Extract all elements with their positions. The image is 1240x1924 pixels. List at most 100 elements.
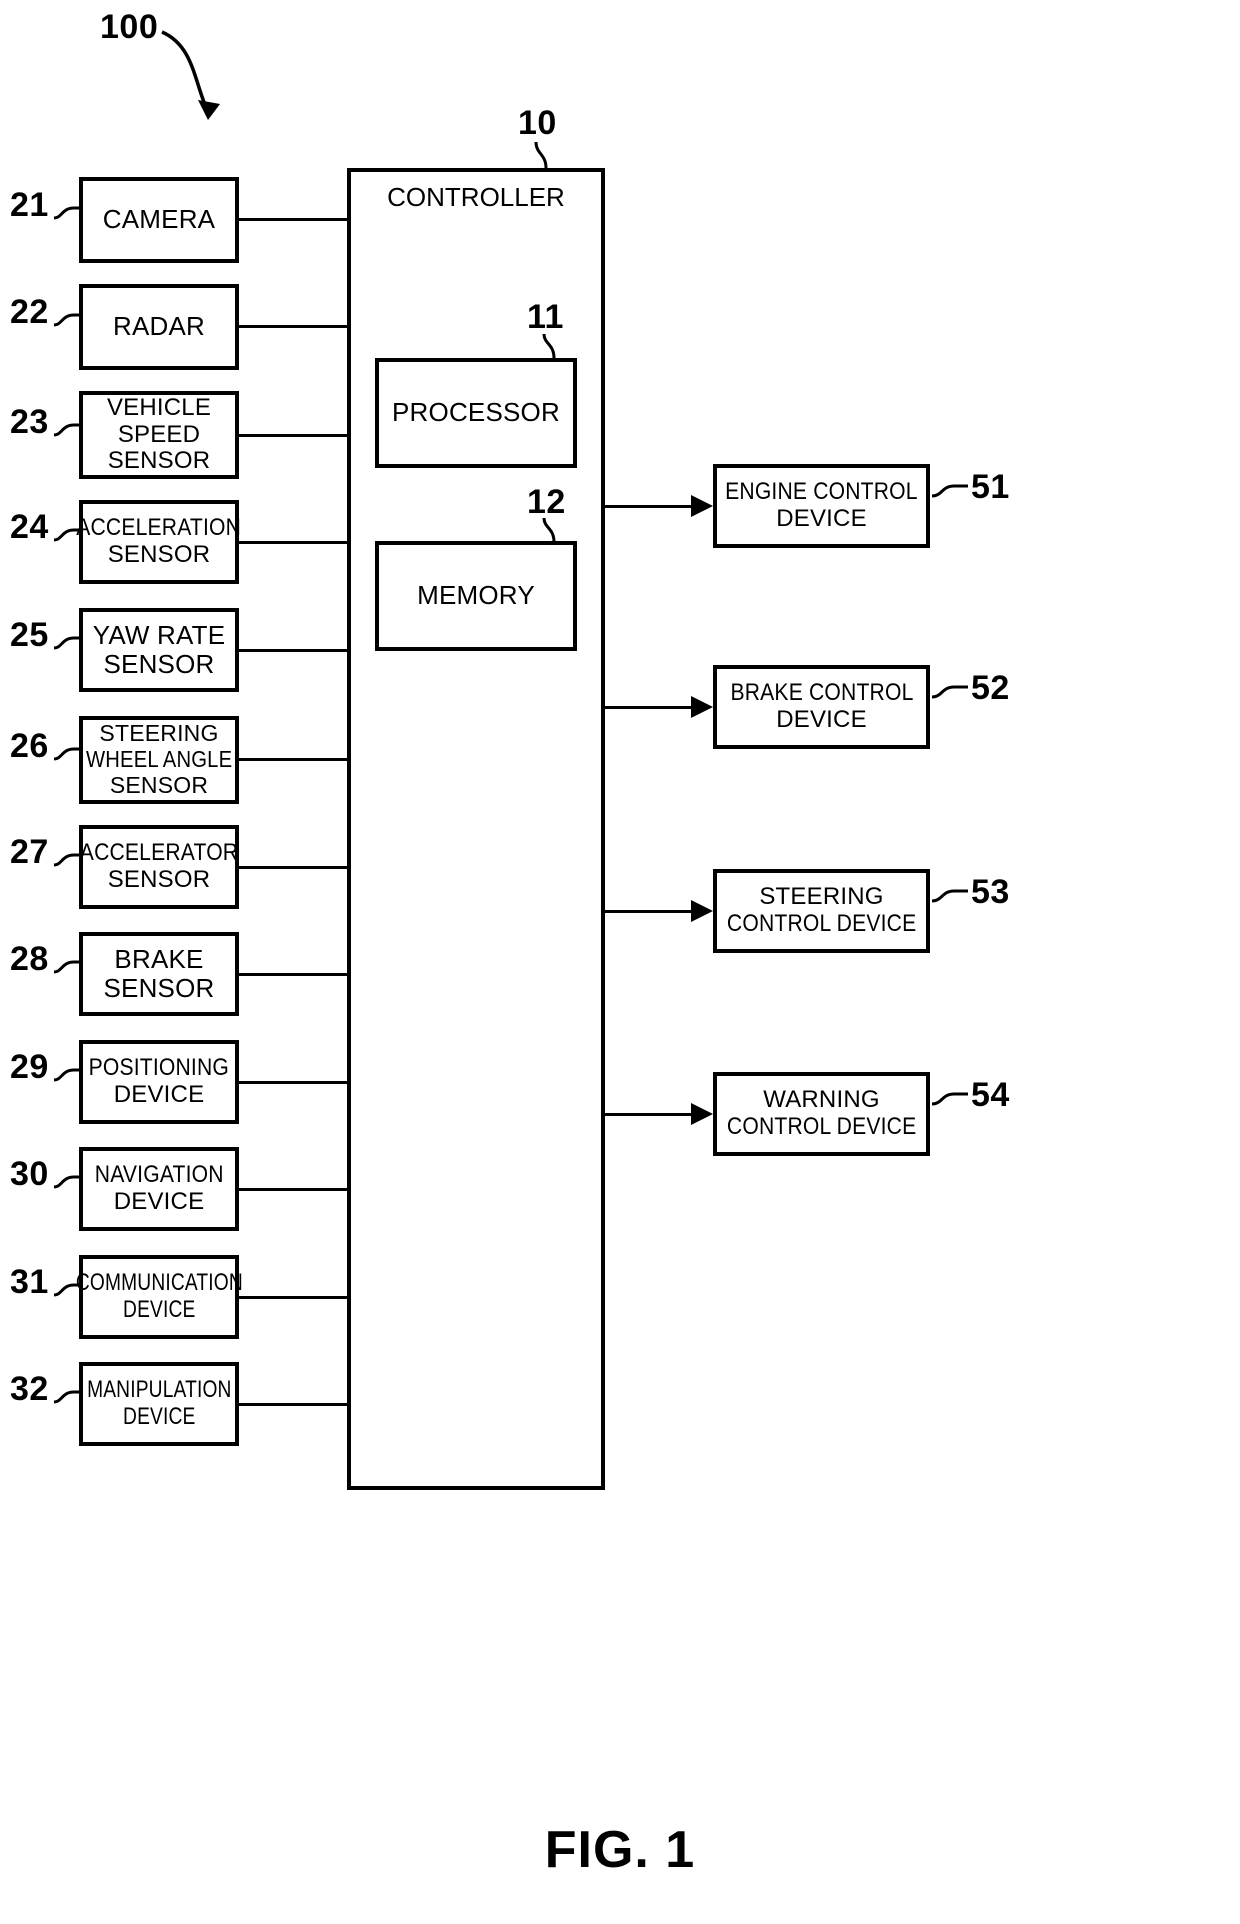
input-label-line: ACCELERATOR — [79, 839, 239, 867]
reference-numeral-32: 32 — [10, 1370, 49, 1408]
input-label-line: STEERING — [99, 720, 219, 747]
input-box-accelerator-sensor: ACCELERATOR SENSOR — [79, 825, 239, 909]
figure-caption: FIG. 1 — [544, 1821, 696, 1879]
output-box-brake-control-device: BRAKE CONTROL DEVICE — [713, 665, 930, 749]
lead-line-27 — [53, 853, 82, 867]
input-label-line: NAVIGATION — [94, 1161, 224, 1189]
input-label-line: MANIPULATION — [86, 1376, 232, 1404]
connector-steering-wheel-angle-sensor — [239, 758, 349, 761]
reference-numeral-25: 25 — [10, 616, 49, 654]
input-label-line: BRAKE — [114, 943, 204, 974]
lead-line-52 — [931, 685, 968, 699]
input-box-communication-device: COMMUNICATION DEVICE — [75, 1255, 242, 1339]
input-label-line: ACCELERATION — [76, 514, 242, 542]
lead-line-28 — [53, 960, 82, 974]
input-label-line: RADAR — [112, 311, 205, 342]
input-label-line: WHEEL ANGLE — [85, 746, 233, 773]
lead-line-54 — [931, 1092, 968, 1106]
input-label-line: DEVICE — [113, 1188, 205, 1215]
connector-communication-device — [239, 1296, 349, 1299]
input-label-line: CAMERA — [102, 204, 216, 235]
input-label-line: SENSOR — [103, 649, 215, 679]
input-label-line: COMMUNICATION — [75, 1269, 243, 1297]
reference-numeral-23: 23 — [10, 403, 49, 441]
output-box-engine-control-device: ENGINE CONTROL DEVICE — [713, 464, 930, 548]
reference-numeral-24: 24 — [10, 508, 49, 546]
reference-numeral-100: 100 — [100, 8, 159, 46]
connector-accelerator-sensor — [239, 866, 349, 869]
input-label-line: SENSOR — [107, 447, 211, 475]
lead-line-21 — [53, 206, 82, 220]
connector-navigation-device — [239, 1188, 349, 1191]
lead-line-32 — [53, 1390, 82, 1404]
reference-numeral-10: 10 — [518, 104, 557, 142]
output-label-line: CONTROL DEVICE — [726, 1113, 917, 1140]
processor-box: PROCESSOR — [375, 358, 577, 468]
output-label-line: WARNING — [763, 1086, 880, 1114]
reference-numeral-11: 11 — [527, 298, 564, 336]
connector-radar — [239, 325, 349, 328]
lead-line-30 — [53, 1175, 82, 1189]
input-box-steering-wheel-angle-sensor: STEERING WHEEL ANGLE SENSOR — [79, 716, 239, 804]
connector-acceleration-sensor — [239, 541, 349, 544]
arrow-head-warning-control — [691, 1103, 713, 1125]
reference-numeral-51: 51 — [971, 468, 1010, 506]
reference-numeral-54: 54 — [971, 1076, 1010, 1114]
input-box-vehicle-speed-sensor: VEHICLE SPEED SENSOR — [79, 391, 239, 479]
lead-line-26 — [53, 747, 82, 761]
lead-line-24 — [53, 528, 82, 542]
connector-manipulation-device — [239, 1403, 349, 1406]
input-box-positioning-device: POSITIONING DEVICE — [79, 1040, 239, 1124]
reference-numeral-12: 12 — [527, 483, 566, 521]
input-label-line: SENSOR — [103, 973, 215, 1003]
arrow-line-warning-control — [605, 1113, 691, 1116]
lead-line-22 — [53, 313, 82, 327]
reference-numeral-29: 29 — [10, 1048, 49, 1086]
input-label-line: SENSOR — [109, 771, 209, 798]
processor-label: PROCESSOR — [392, 397, 560, 428]
input-label-line: SPEED — [117, 420, 201, 448]
lead-line-23 — [53, 423, 82, 437]
input-label-line: DEVICE — [113, 1081, 205, 1108]
output-box-steering-control-device: STEERING CONTROL DEVICE — [713, 869, 930, 953]
controller-title: CONTROLLER — [387, 182, 565, 212]
arrow-head-engine-control — [691, 495, 713, 517]
connector-vehicle-speed-sensor — [239, 434, 349, 437]
reference-numeral-53: 53 — [971, 873, 1010, 911]
input-label-line: SENSOR — [107, 866, 211, 893]
system-lead-arrow — [161, 30, 220, 120]
reference-numeral-21: 21 — [10, 186, 49, 224]
connector-camera — [239, 218, 349, 221]
output-label-line: STEERING — [759, 883, 884, 911]
connector-brake-sensor — [239, 973, 349, 976]
lead-line-53 — [931, 889, 968, 903]
input-box-brake-sensor: BRAKE SENSOR — [79, 932, 239, 1016]
arrow-line-brake-control — [605, 706, 691, 709]
connector-yaw-rate-sensor — [239, 649, 349, 652]
input-box-navigation-device: NAVIGATION DEVICE — [79, 1147, 239, 1231]
reference-numeral-52: 52 — [971, 669, 1010, 707]
memory-box: MEMORY — [375, 541, 577, 651]
input-label-line: POSITIONING — [88, 1054, 230, 1082]
lead-line-29 — [53, 1068, 82, 1082]
lead-line-31 — [53, 1283, 82, 1297]
input-label-line: VEHICLE — [106, 393, 212, 421]
lead-line-51 — [931, 484, 968, 498]
input-box-acceleration-sensor: ACCELERATION SENSOR — [76, 500, 242, 584]
patent-figure: 100 CONTROLLER 10 PROCESSOR 11 MEMORY 12… — [0, 0, 1240, 1924]
controller-lead-line — [534, 141, 548, 169]
reference-numeral-27: 27 — [10, 833, 49, 871]
output-box-warning-control-device: WARNING CONTROL DEVICE — [713, 1072, 930, 1156]
arrow-line-steering-control — [605, 910, 691, 913]
connector-positioning-device — [239, 1081, 349, 1084]
input-label-line: DEVICE — [122, 1296, 196, 1323]
reference-numeral-30: 30 — [10, 1155, 49, 1193]
arrow-head-brake-control — [691, 696, 713, 718]
reference-numeral-31: 31 — [10, 1263, 49, 1301]
input-box-yaw-rate-sensor: YAW RATE SENSOR — [79, 608, 239, 692]
input-label-line: YAW RATE — [92, 619, 226, 650]
input-box-radar: RADAR — [79, 284, 239, 370]
reference-numeral-26: 26 — [10, 727, 49, 765]
memory-label: MEMORY — [417, 580, 535, 611]
input-label-line: DEVICE — [122, 1403, 196, 1430]
